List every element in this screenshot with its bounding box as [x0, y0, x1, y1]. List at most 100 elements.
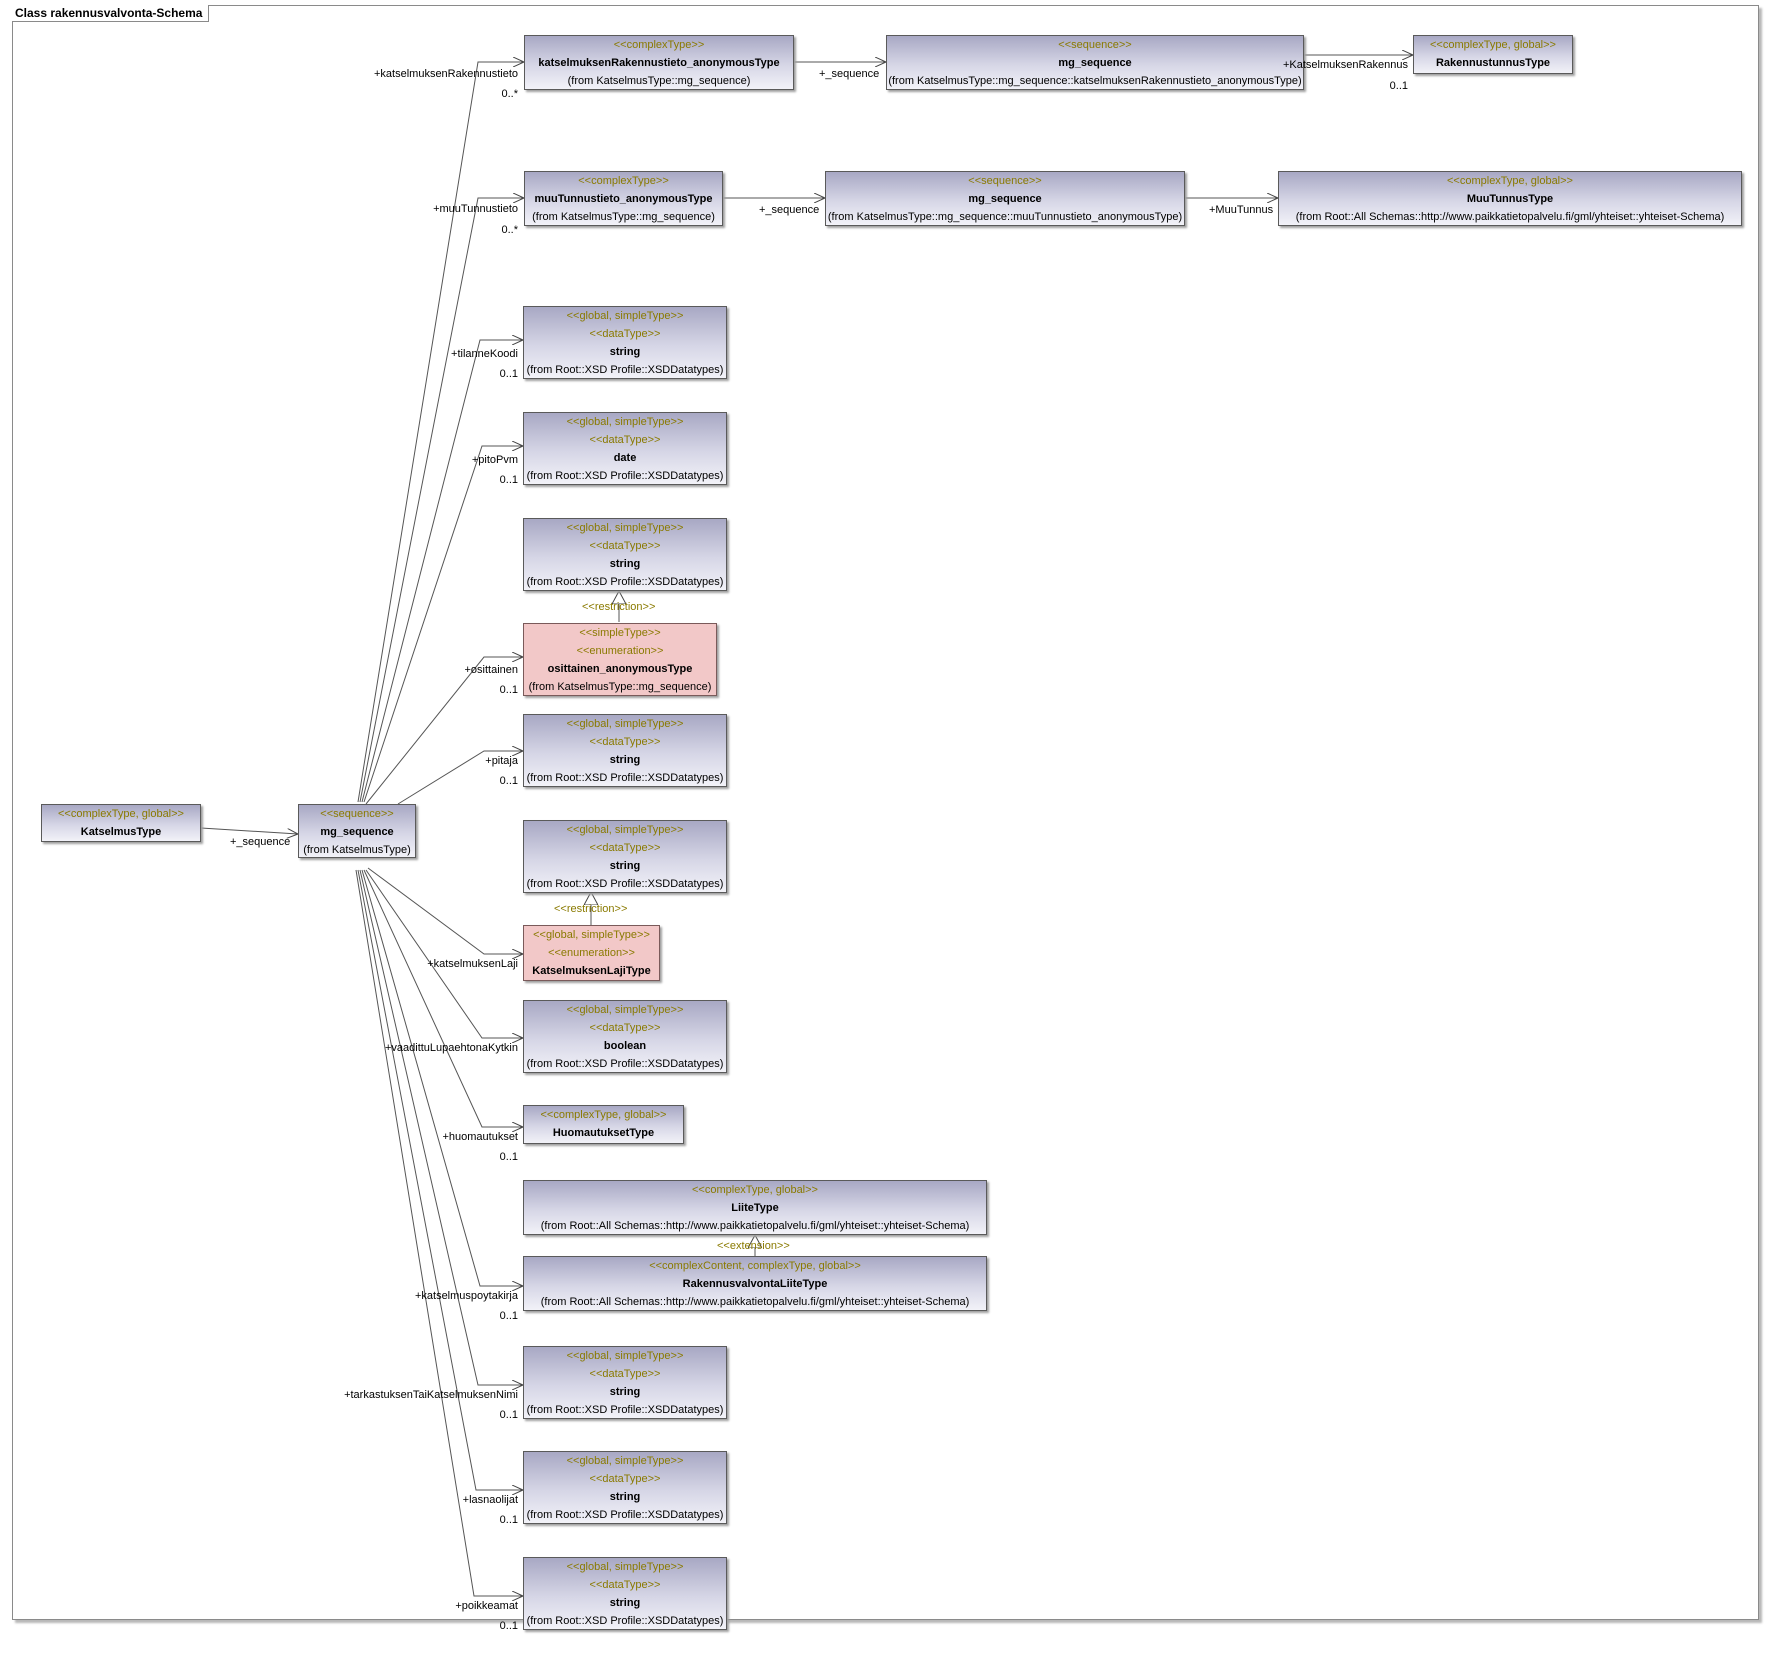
box-line: muuTunnustieto_anonymousType — [534, 193, 713, 205]
box-line: HuomautuksetType — [552, 1127, 655, 1139]
edge-huomautukset — [363, 869, 523, 1127]
class-string-pitaja[interactable]: <<global, simpleType>> <<dataType>> stri… — [523, 714, 727, 787]
class-string-lajityyppi-base[interactable]: <<global, simpleType>> <<dataType>> stri… — [523, 820, 727, 893]
class-boolean-vaadittu[interactable]: <<global, simpleType>> <<dataType>> bool… — [523, 1000, 727, 1073]
label-mult-katselmuksenrakennustieto: 0..* — [501, 88, 518, 100]
box-line: <<enumeration>> — [548, 947, 635, 959]
box-line: mg_sequence — [320, 826, 394, 838]
box-line: KatselmusType — [80, 826, 162, 838]
class-date-pitopvm[interactable]: <<global, simpleType>> <<dataType>> date… — [523, 412, 727, 485]
box-line: (from Root::All Schemas::http://www.paik… — [540, 1296, 970, 1308]
box-line: (from KatselmusType) — [303, 844, 411, 856]
box-line: string — [609, 1386, 641, 1398]
connector-layer — [200, 0, 1773, 1661]
box-line: <<dataType>> — [589, 1022, 661, 1034]
class-katselmuksen-laji-type[interactable]: <<global, simpleType>> <<enumeration>> K… — [523, 925, 660, 981]
label-mult-lasnaolijat: 0..1 — [499, 1514, 518, 1526]
box-line: (from Root::XSD Profile::XSDDatatypes) — [526, 772, 724, 784]
label-role-katselmuksenrakennus: +KatselmuksenRakennus — [1282, 59, 1408, 71]
box-line: date — [613, 452, 637, 464]
box-line: string — [609, 558, 641, 570]
class-string-lasnaolijat[interactable]: <<global, simpleType>> <<dataType>> stri… — [523, 1451, 727, 1524]
label-role-tilannekoodi: +tilanneKoodi — [451, 348, 518, 360]
box-line: <<dataType>> — [589, 1473, 661, 1485]
box-line: <<global, simpleType>> — [533, 929, 650, 941]
box-line: (from Root::XSD Profile::XSDDatatypes) — [526, 878, 724, 890]
box-line: <<sequence>> — [1058, 39, 1132, 51]
label-role-lasnaolijat: +lasnaolijat — [462, 1494, 518, 1506]
box-line: string — [609, 346, 641, 358]
box-line: (from Root::XSD Profile::XSDDatatypes) — [526, 1058, 724, 1070]
box-line: (from KatselmusType::mg_sequence::katsel… — [888, 75, 1302, 87]
label-role-muutunnustieto: +muuTunnustieto — [433, 203, 518, 215]
label-role-muutunnus: +MuuTunnus — [1209, 204, 1274, 216]
box-line: (from Root::XSD Profile::XSDDatatypes) — [526, 1404, 724, 1416]
label-mult-katselmuksenrakennus: 0..1 — [1389, 80, 1408, 92]
box-line: <<complexContent, complexType, global>> — [649, 1260, 861, 1272]
box-line: string — [609, 1491, 641, 1503]
class-string-poikkeamat[interactable]: <<global, simpleType>> <<dataType>> stri… — [523, 1557, 727, 1630]
box-line: <<dataType>> — [589, 540, 661, 552]
class-katselmus-type[interactable]: <<complexType, global>> KatselmusType — [41, 804, 201, 842]
label-mult-poikkeamat: 0..1 — [499, 1620, 518, 1632]
box-line: (from Root::All Schemas::http://www.paik… — [1295, 211, 1725, 223]
class-liite-type[interactable]: <<complexType, global>> LiiteType (from … — [523, 1180, 987, 1235]
label-role-huomautukset: +huomautukset — [442, 1131, 518, 1143]
label-mult-muutunnustieto: 0..* — [501, 224, 518, 236]
class-muu-tunnustieto-type[interactable]: <<complexType>> muuTunnustieto_anonymous… — [524, 171, 723, 226]
class-string-tilannekoodi[interactable]: <<global, simpleType>> <<dataType>> stri… — [523, 306, 727, 379]
box-line: <<global, simpleType>> — [566, 310, 684, 322]
box-line: <<dataType>> — [589, 1368, 661, 1380]
edge-katselmuspoytakirja — [361, 869, 523, 1286]
class-rakennusvalvonta-liite-type[interactable]: <<complexContent, complexType, global>> … — [523, 1256, 987, 1311]
box-line: (from Root::XSD Profile::XSDDatatypes) — [526, 576, 724, 588]
label-mult-huomautukset: 0..1 — [499, 1151, 518, 1163]
box-line: LiiteType — [731, 1202, 779, 1214]
label-role-katselmuksenrakennustieto: +katselmuksenRakennustieto — [374, 68, 518, 80]
label-sequence-muutunnustieto: +_sequence — [759, 204, 820, 216]
box-line: osittainen_anonymousType — [547, 663, 693, 675]
label-mult-tilannekoodi: 0..1 — [499, 368, 518, 380]
box-line: (from Root::XSD Profile::XSDDatatypes) — [526, 1615, 724, 1627]
class-string-restriction-base[interactable]: <<global, simpleType>> <<dataType>> stri… — [523, 518, 727, 591]
box-line: <<sequence>> — [320, 808, 394, 820]
box-line: (from Root::XSD Profile::XSDDatatypes) — [526, 364, 724, 376]
edge-tilannekoodi — [361, 340, 523, 803]
box-line: (from KatselmusType::mg_sequence) — [532, 211, 715, 223]
label-extension-liite: <<extension>> — [717, 1240, 790, 1252]
box-line: (from KatselmusType::mg_sequence) — [528, 681, 712, 693]
box-line: (from Root::All Schemas::http://www.paik… — [540, 1220, 970, 1232]
box-line: <<enumeration>> — [576, 645, 664, 657]
class-mg-sequence-muutunnustieto[interactable]: <<sequence>> mg_sequence (from Katselmus… — [825, 171, 1185, 226]
box-line: <<dataType>> — [589, 328, 661, 340]
label-role-osittainen: +osittainen — [464, 664, 518, 676]
box-line: RakennustunnusType — [1435, 57, 1551, 69]
label-role-pitopvm: +pitoPvm — [471, 454, 518, 466]
box-line: <<global, simpleType>> — [566, 1561, 684, 1573]
box-line: string — [609, 1597, 641, 1609]
box-line: RakennusvalvontaLiiteType — [682, 1278, 828, 1290]
box-line: mg_sequence — [1058, 57, 1132, 69]
label-sequence-katselmus: +_sequence — [230, 836, 291, 848]
box-line: (from KatselmusType::mg_sequence) — [567, 75, 751, 87]
box-line: <<global, simpleType>> — [566, 1455, 684, 1467]
box-line: <<global, simpleType>> — [566, 522, 684, 534]
box-line: <<complexType, global>> — [58, 808, 184, 820]
box-line: <<sequence>> — [968, 175, 1042, 187]
class-mg-sequence-rakennustieto[interactable]: <<sequence>> mg_sequence (from Katselmus… — [886, 35, 1304, 90]
class-rakennustunnus-type[interactable]: <<complexType, global>> RakennustunnusTy… — [1413, 35, 1573, 74]
class-muu-tunnus-type[interactable]: <<complexType, global>> MuuTunnusType (f… — [1278, 171, 1742, 226]
box-line: (from KatselmusType::mg_sequence::muuTun… — [827, 211, 1183, 223]
label-role-pitaja: +pitaja — [485, 755, 518, 767]
class-osittainen-type[interactable]: <<simpleType>> <<enumeration>> osittaine… — [523, 623, 717, 696]
class-mg-sequence-main[interactable]: <<sequence>> mg_sequence (from Katselmus… — [298, 804, 416, 858]
class-huomautukset-type[interactable]: <<complexType, global>> HuomautuksetType — [523, 1105, 684, 1144]
edge-poikkeamat — [355, 869, 523, 1596]
class-string-tarkastuksen-nimi[interactable]: <<global, simpleType>> <<dataType>> stri… — [523, 1346, 727, 1419]
edge-muutunnustieto — [359, 198, 524, 803]
label-role-katselmuksenlaji: +katselmuksenLaji — [427, 958, 518, 970]
class-katselmuksen-rakennustieto-type[interactable]: <<complexType>> katselmuksenRakennustiet… — [524, 35, 794, 90]
label-sequence-rakennustieto: +_sequence — [819, 68, 880, 80]
label-mult-katselmuspoytakirja: 0..1 — [499, 1310, 518, 1322]
box-line: <<dataType>> — [589, 842, 661, 854]
